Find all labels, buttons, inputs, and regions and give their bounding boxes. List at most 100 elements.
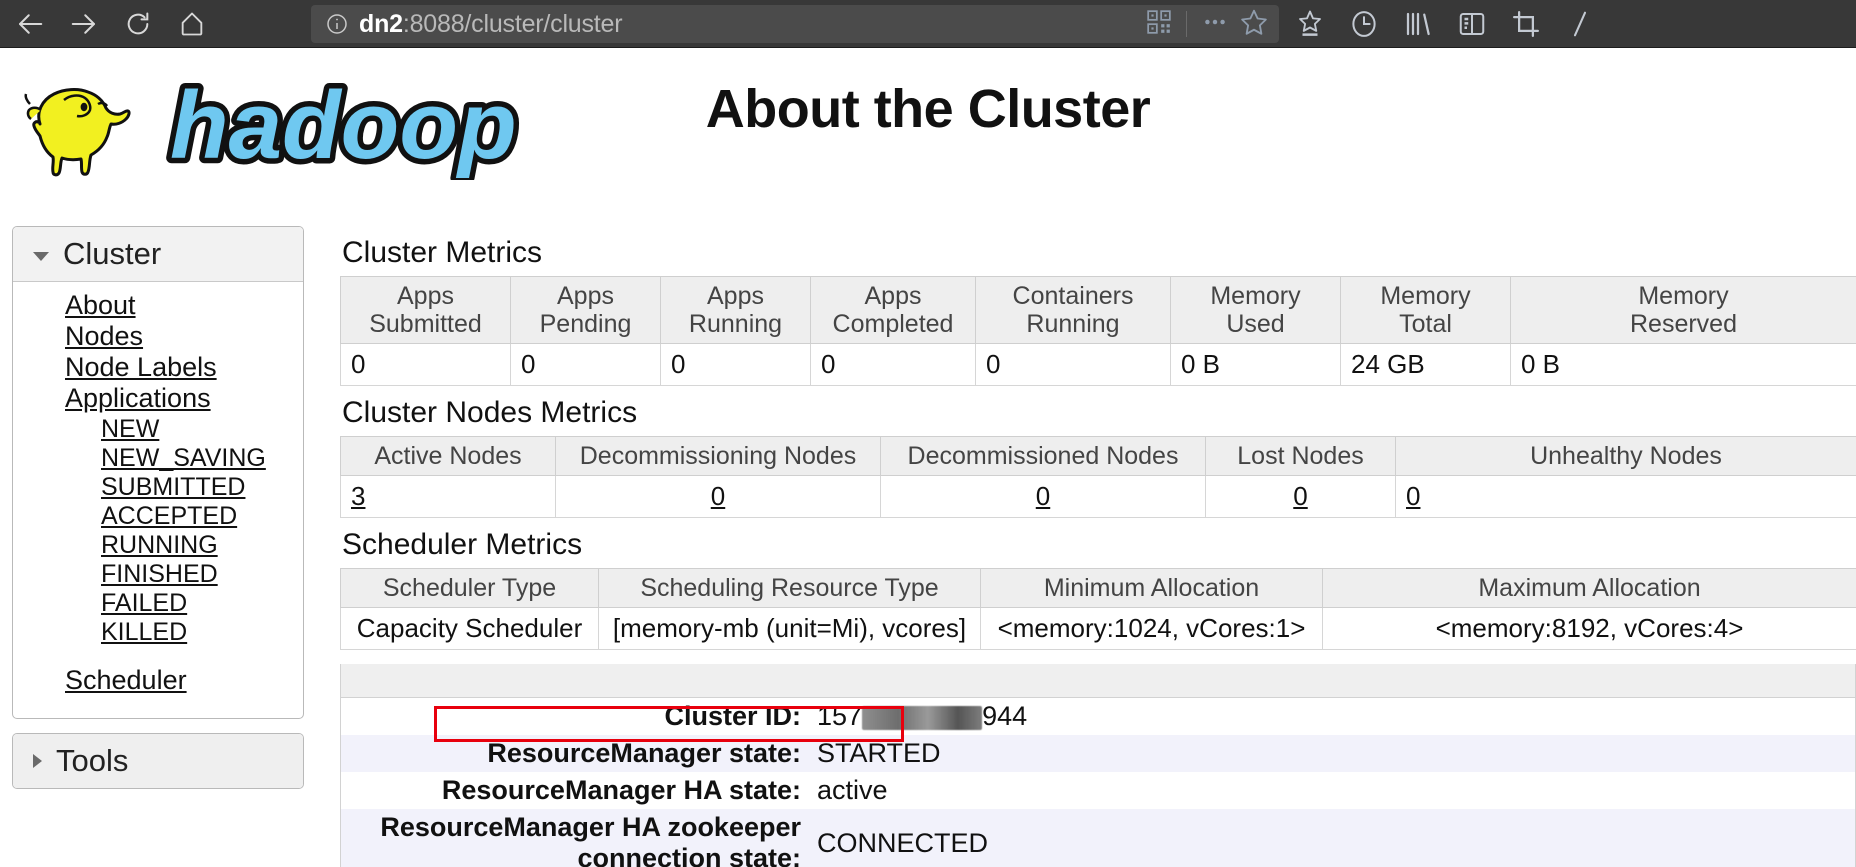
reader-view-icon[interactable] — [1448, 4, 1496, 44]
cell-decommissioning-nodes[interactable]: 0 — [555, 475, 881, 518]
chevron-right-icon[interactable] — [33, 753, 42, 768]
redaction-bar — [862, 705, 983, 730]
sidebar-item-running[interactable]: RUNNING — [13, 531, 303, 560]
sidebar-item-scheduler[interactable]: Scheduler — [13, 665, 303, 696]
cluster-id-prefix: 157 — [817, 701, 863, 731]
scheduler-metrics-table: Scheduler Type Scheduling Resource Type … — [340, 568, 1856, 650]
url-path: :8088/cluster/cluster — [402, 9, 623, 38]
browser-toolbar: dn2:8088/cluster/cluster — [0, 0, 1856, 48]
sidebar-item-nodes[interactable]: Nodes — [13, 321, 303, 352]
forward-button[interactable] — [60, 4, 108, 44]
cluster-detail-table: Cluster ID: 157 944 ResourceManager state… — [341, 698, 1855, 867]
col-minimum-allocation: Minimum Allocation — [980, 568, 1323, 608]
col-containers-running: Containers Running — [975, 276, 1171, 344]
col-decommissioned-nodes: Decommissioned Nodes — [880, 436, 1206, 476]
sidebar-item-failed[interactable]: FAILED — [13, 589, 303, 618]
ellipsis-icon[interactable] — [1201, 8, 1229, 41]
sidebar-section-cluster-body: About Nodes Node Labels Applications NEW… — [13, 282, 303, 718]
col-decommissioning-nodes: Decommissioning Nodes — [555, 436, 881, 476]
sidebar-item-applications[interactable]: Applications — [13, 383, 303, 414]
cell-minimum-allocation: <memory:1024, vCores:1> — [980, 607, 1323, 650]
sidebar-item-killed[interactable]: KILLED — [13, 618, 303, 647]
toolbar-divider — [1186, 11, 1187, 37]
col-scheduler-type: Scheduler Type — [340, 568, 599, 608]
home-button[interactable] — [168, 4, 216, 44]
table-header-row: Apps Submitted Apps Pending Apps Running… — [340, 276, 1856, 344]
sidebar-section-tools: Tools — [12, 732, 304, 789]
cell-apps-pending: 0 — [510, 343, 661, 386]
detail-row-rm-ha-state: ResourceManager HA state: active — [341, 772, 1855, 809]
col-memory-reserved: Memory Reserved — [1510, 276, 1856, 344]
cell-apps-submitted: 0 — [340, 343, 511, 386]
cell-unhealthy-nodes[interactable]: 0 — [1395, 475, 1856, 518]
star-icon[interactable] — [1239, 7, 1269, 42]
sidebar-item-accepted[interactable]: ACCEPTED — [13, 502, 303, 531]
pocket-icon[interactable] — [1286, 4, 1334, 44]
library-icon[interactable] — [1394, 4, 1442, 44]
url-text[interactable]: dn2:8088/cluster/cluster — [359, 10, 1146, 39]
nodes-metrics-table: Active Nodes Decommissioning Nodes Decom… — [340, 436, 1856, 518]
table-row: Capacity Scheduler [memory-mb (unit=Mi),… — [340, 607, 1856, 650]
active-nodes-link[interactable]: 3 — [351, 481, 365, 511]
main-content-clip: Cluster Metrics Apps Submitted Apps Pend… — [340, 226, 1856, 867]
sidebar-section-cluster-title: Cluster — [63, 236, 162, 271]
lost-nodes-link[interactable]: 0 — [1293, 481, 1307, 511]
cell-lost-nodes[interactable]: 0 — [1205, 475, 1396, 518]
cell-active-nodes[interactable]: 3 — [340, 475, 556, 518]
detail-key-rm-state: ResourceManager state: — [341, 735, 809, 772]
sidebar-section-cluster: Cluster About Nodes Node Labels Applicat… — [12, 226, 304, 719]
address-bar[interactable]: dn2:8088/cluster/cluster — [311, 5, 1279, 43]
reload-button[interactable] — [114, 4, 162, 44]
unhealthy-nodes-link[interactable]: 0 — [1406, 481, 1420, 511]
detail-value-rm-ha-zk-state: CONNECTED — [809, 809, 1855, 867]
detail-value-rm-state: STARTED — [809, 735, 1855, 772]
sidebar-item-new[interactable]: NEW — [13, 415, 303, 444]
sidebar-item-new-saving[interactable]: NEW_SAVING — [13, 444, 303, 473]
col-apps-pending: Apps Pending — [510, 276, 661, 344]
detail-key-cluster-id: Cluster ID: — [341, 698, 809, 735]
sidebar-item-submitted[interactable]: SUBMITTED — [13, 473, 303, 502]
col-memory-used: Memory Used — [1170, 276, 1341, 344]
account-icon[interactable] — [1556, 4, 1604, 44]
detail-row-rm-state: ResourceManager state: STARTED — [341, 735, 1855, 772]
col-lost-nodes: Lost Nodes — [1205, 436, 1396, 476]
sidebar-item-about[interactable]: About — [13, 290, 303, 321]
cell-scheduling-resource-type: [memory-mb (unit=Mi), vcores] — [598, 607, 981, 650]
sidebar-item-finished[interactable]: FINISHED — [13, 560, 303, 589]
cell-decommissioned-nodes[interactable]: 0 — [880, 475, 1206, 518]
detail-row-rm-ha-zk-state: ResourceManager HA zookeeper connection s… — [341, 809, 1855, 867]
col-apps-completed: Apps Completed — [810, 276, 976, 344]
history-clock-icon[interactable] — [1340, 4, 1388, 44]
col-active-nodes: Active Nodes — [340, 436, 556, 476]
sidebar-section-cluster-header[interactable]: Cluster — [13, 227, 303, 282]
screenshot-crop-icon[interactable] — [1502, 4, 1550, 44]
browser-toolbar-icons — [1286, 4, 1604, 44]
cell-maximum-allocation: <memory:8192, vCores:4> — [1322, 607, 1856, 650]
detail-key-rm-ha-state: ResourceManager HA state: — [341, 772, 809, 809]
cell-containers-running: 0 — [975, 343, 1171, 386]
detail-value-rm-ha-state: active — [809, 772, 1855, 809]
page-title: About the Cluster — [705, 79, 1151, 139]
cell-apps-completed: 0 — [810, 343, 976, 386]
nodes-metrics-title: Cluster Nodes Metrics — [342, 396, 638, 429]
chevron-down-icon[interactable] — [33, 251, 49, 261]
detail-row-cluster-id: Cluster ID: 157 944 — [341, 698, 1855, 735]
detail-header-spacer — [341, 664, 1855, 698]
qr-code-icon[interactable] — [1146, 9, 1172, 40]
table-row: 0 0 0 0 0 0 B 24 GB 0 B — [340, 343, 1856, 386]
cell-apps-running: 0 — [660, 343, 811, 386]
col-apps-submitted: Apps Submitted — [340, 276, 511, 344]
site-info-icon[interactable] — [325, 12, 349, 36]
back-button[interactable] — [6, 4, 54, 44]
decommissioned-nodes-link[interactable]: 0 — [1036, 481, 1050, 511]
cell-memory-total: 24 GB — [1340, 343, 1511, 386]
decommissioning-nodes-link[interactable]: 0 — [711, 481, 725, 511]
cluster-id-suffix: 944 — [982, 701, 1028, 731]
col-maximum-allocation: Maximum Allocation — [1322, 568, 1856, 608]
cluster-metrics-title: Cluster Metrics — [342, 236, 543, 269]
sidebar-item-node-labels[interactable]: Node Labels — [13, 352, 303, 383]
sidebar-section-tools-header[interactable]: Tools — [13, 733, 303, 788]
table-header-row: Active Nodes Decommissioning Nodes Decom… — [340, 436, 1856, 476]
col-unhealthy-nodes: Unhealthy Nodes — [1395, 436, 1856, 476]
table-header-row: Scheduler Type Scheduling Resource Type … — [340, 568, 1856, 608]
